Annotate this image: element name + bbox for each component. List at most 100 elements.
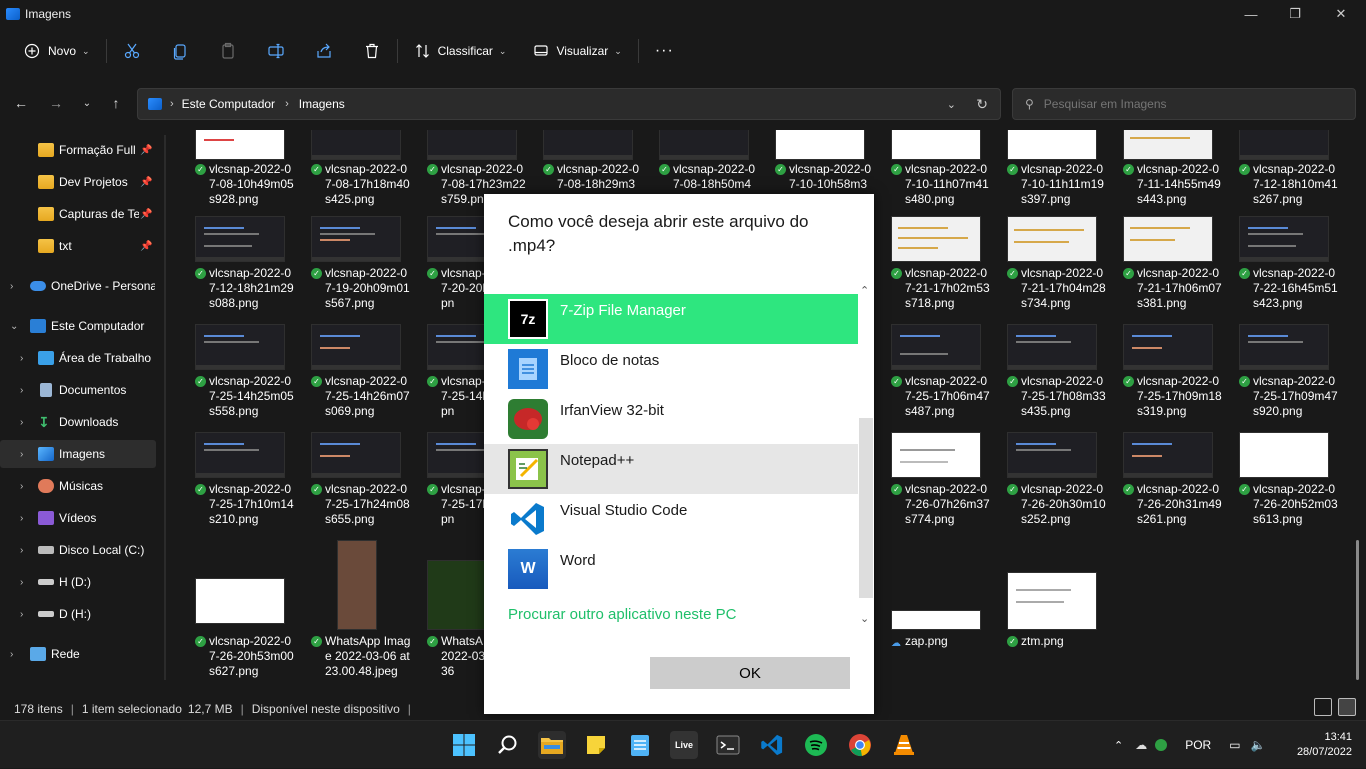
file-item[interactable]: ✓ vlcsnap-2022-07-26-20h53m00s627.png bbox=[175, 540, 294, 690]
sort-button[interactable]: Classificar ⌄ bbox=[408, 35, 513, 67]
view-button[interactable]: Visualizar ⌄ bbox=[526, 35, 627, 67]
file-item[interactable]: ✓ vlcsnap-2022-07-22-16h45m51s423.png bbox=[1219, 216, 1338, 324]
new-button[interactable]: Novo ⌄ bbox=[18, 35, 96, 67]
maximize-button[interactable]: ❐ bbox=[1272, 0, 1318, 28]
file-item[interactable]: ✓ vlcsnap-2022-07-19-20h09m01s567.png bbox=[291, 216, 410, 324]
file-item[interactable]: ✓ vlcsnap-2022-07-10-11h07m41s480.png bbox=[871, 130, 989, 230]
sidebar-item-imagens[interactable]: › Imagens bbox=[0, 440, 156, 468]
address-dropdown-icon[interactable]: ⌄ bbox=[947, 98, 956, 111]
back-button[interactable]: ← bbox=[10, 92, 32, 114]
expand-icon[interactable]: › bbox=[20, 481, 23, 492]
dialog-scrollbar[interactable]: ⌃ ⌄ bbox=[858, 280, 874, 635]
sidebar-item-dev-projetos[interactable]: Dev Projetos 📌 bbox=[0, 168, 156, 196]
file-item[interactable]: ✓ vlcsnap-2022-07-08-10h49m05s928.png bbox=[175, 130, 294, 230]
file-explorer-taskbar-button[interactable] bbox=[538, 731, 566, 759]
onedrive-cloud-icon[interactable]: ☁ bbox=[1135, 738, 1147, 752]
app-row-7zip[interactable]: 7z 7-Zip File Manager bbox=[484, 294, 858, 344]
file-item[interactable]: ✓ WhatsApp Image 2022-03-06 at 23.00.48.j… bbox=[291, 540, 410, 690]
app-row-bloco-de-notas[interactable]: Bloco de notas bbox=[484, 344, 858, 394]
app-row-vscode[interactable]: Visual Studio Code bbox=[484, 494, 858, 544]
sidebar-item-disco-local[interactable]: › Disco Local (C:) bbox=[0, 536, 156, 564]
large-icons-view-icon[interactable] bbox=[1338, 698, 1356, 716]
file-item[interactable]: ✓ vlcsnap-2022-07-12-18h10m41s267.png bbox=[1219, 130, 1338, 230]
clock[interactable]: 13:41 28/07/2022 bbox=[1297, 730, 1352, 760]
vscode-taskbar-button[interactable] bbox=[758, 731, 786, 759]
file-item[interactable]: ✓ vlcsnap-2022-07-25-17h24m08s655.png bbox=[291, 432, 410, 540]
expand-icon[interactable]: › bbox=[20, 353, 23, 364]
address-field[interactable]: › Este Computador › Imagens ⌄ ↻ bbox=[137, 88, 1001, 120]
file-item[interactable]: ✓ vlcsnap-2022-07-25-17h06m47s487.png bbox=[871, 324, 990, 432]
sidebar-item-capturas-de-tela[interactable]: Capturas de Tel 📌 bbox=[0, 200, 156, 228]
file-item[interactable]: ✓ vlcsnap-2022-07-25-17h08m33s435.png bbox=[987, 324, 1106, 432]
file-item[interactable]: ✓ vlcsnap-2022-07-25-17h09m47s920.png bbox=[1219, 324, 1338, 432]
sidebar-item-videos[interactable]: › Vídeos bbox=[0, 504, 156, 532]
language-indicator[interactable]: POR bbox=[1185, 738, 1211, 752]
expand-icon[interactable]: › bbox=[10, 649, 13, 660]
copy-button[interactable] bbox=[165, 35, 195, 67]
expand-icon[interactable]: › bbox=[20, 545, 23, 556]
file-item[interactable]: ✓ vlcsnap-2022-07-26-20h30m10s252.png bbox=[987, 432, 1106, 540]
file-item[interactable]: ✓ vlcsnap-2022-07-10-11h11m19s397.png bbox=[987, 130, 1104, 230]
expand-icon[interactable]: › bbox=[20, 385, 23, 396]
scroll-up-icon[interactable]: ⌃ bbox=[860, 284, 869, 297]
sidebar-item-d-drive[interactable]: › D (H:) bbox=[0, 600, 156, 628]
sidebar-item-downloads[interactable]: › ↧ Downloads bbox=[0, 408, 156, 436]
scroll-down-icon[interactable]: ⌄ bbox=[860, 612, 869, 625]
app-row-notepadpp[interactable]: Notepad++ bbox=[484, 444, 858, 494]
details-view-icon[interactable] bbox=[1314, 698, 1332, 716]
vlc-button[interactable] bbox=[890, 731, 918, 759]
up-button[interactable]: ↑ bbox=[105, 92, 127, 114]
expand-icon[interactable]: › bbox=[20, 577, 23, 588]
volume-icon[interactable]: 🔈 bbox=[1251, 738, 1266, 752]
more-options-button[interactable]: ··· bbox=[649, 35, 680, 67]
file-item[interactable]: ☁ zap.png bbox=[871, 540, 987, 690]
expand-icon[interactable]: › bbox=[20, 513, 23, 524]
app-row-irfanview[interactable]: IrfanView 32-bit bbox=[484, 394, 858, 444]
file-item[interactable]: ✓ vlcsnap-2022-07-08-17h18m40s425.png bbox=[291, 130, 410, 230]
delete-button[interactable] bbox=[357, 35, 387, 67]
file-item[interactable]: ✓ vlcsnap-2022-07-26-20h52m03s613.png bbox=[1219, 432, 1338, 540]
expand-icon[interactable]: › bbox=[20, 609, 23, 620]
sidebar-item-este-computador[interactable]: ⌄ Este Computador bbox=[0, 312, 156, 340]
file-item[interactable]: ✓ vlcsnap-2022-07-21-17h06m07s381.png bbox=[1103, 216, 1222, 324]
share-button[interactable] bbox=[309, 35, 339, 67]
sidebar-item-rede[interactable]: › Rede bbox=[0, 640, 156, 668]
sidebar-item-h-drive[interactable]: › H (D:) bbox=[0, 568, 156, 596]
recent-locations-button[interactable]: ⌄ bbox=[76, 92, 98, 114]
find-another-app-link[interactable]: Procurar outro aplicativo neste PC bbox=[508, 606, 736, 623]
notepad-taskbar-button[interactable] bbox=[626, 731, 654, 759]
scroll-thumb[interactable] bbox=[859, 418, 873, 598]
sidebar-item-musicas[interactable]: › Músicas bbox=[0, 472, 156, 500]
file-item[interactable]: ✓ vlcsnap-2022-07-26-20h31m49s261.png bbox=[1103, 432, 1222, 540]
file-item[interactable]: ✓ vlcsnap-2022-07-25-17h09m18s319.png bbox=[1103, 324, 1222, 432]
paste-button[interactable] bbox=[213, 35, 243, 67]
ok-button[interactable]: OK bbox=[650, 657, 850, 689]
file-item[interactable]: ✓ vlcsnap-2022-07-25-14h25m05s558.png bbox=[175, 324, 294, 432]
refresh-icon[interactable]: ↻ bbox=[976, 96, 988, 113]
live-app-button[interactable]: Live bbox=[670, 731, 698, 759]
sidebar-item-onedrive[interactable]: › OneDrive - Persona bbox=[0, 272, 156, 300]
search-taskbar-button[interactable] bbox=[494, 731, 522, 759]
terminal-button[interactable] bbox=[714, 731, 742, 759]
sidebar-item-formacao-full[interactable]: Formação Full 📌 bbox=[0, 136, 156, 164]
file-item[interactable]: ✓ ztm.png bbox=[987, 540, 1103, 690]
sidebar-item-txt[interactable]: txt 📌 bbox=[0, 232, 156, 260]
sidebar-item-documentos[interactable]: › Documentos bbox=[0, 376, 156, 404]
file-item[interactable]: ✓ vlcsnap-2022-07-12-18h21m29s088.png bbox=[175, 216, 294, 324]
sticky-notes-button[interactable] bbox=[582, 731, 610, 759]
file-item[interactable]: ✓ vlcsnap-2022-07-21-17h02m53s718.png bbox=[871, 216, 990, 324]
close-button[interactable]: ✕ bbox=[1318, 0, 1364, 28]
chrome-button[interactable] bbox=[846, 731, 874, 759]
rename-button[interactable] bbox=[261, 35, 291, 67]
file-item[interactable]: ✓ vlcsnap-2022-07-25-14h26m07s069.png bbox=[291, 324, 410, 432]
file-item[interactable]: ✓ vlcsnap-2022-07-11-14h55m49s443.png bbox=[1103, 130, 1221, 230]
show-hidden-icons-icon[interactable]: ⌃ bbox=[1114, 739, 1123, 752]
sidebar-item-area-de-trabalho[interactable]: › Área de Trabalho bbox=[0, 344, 156, 372]
minimize-button[interactable]: — bbox=[1228, 0, 1274, 28]
sync-status-icon[interactable] bbox=[1155, 739, 1168, 751]
spotify-button[interactable] bbox=[802, 731, 830, 759]
breadcrumb-este-computador[interactable]: Este Computador bbox=[182, 97, 275, 111]
cut-button[interactable] bbox=[117, 35, 147, 67]
expand-icon[interactable]: › bbox=[20, 449, 23, 460]
app-row-word[interactable]: W Word bbox=[484, 544, 858, 594]
